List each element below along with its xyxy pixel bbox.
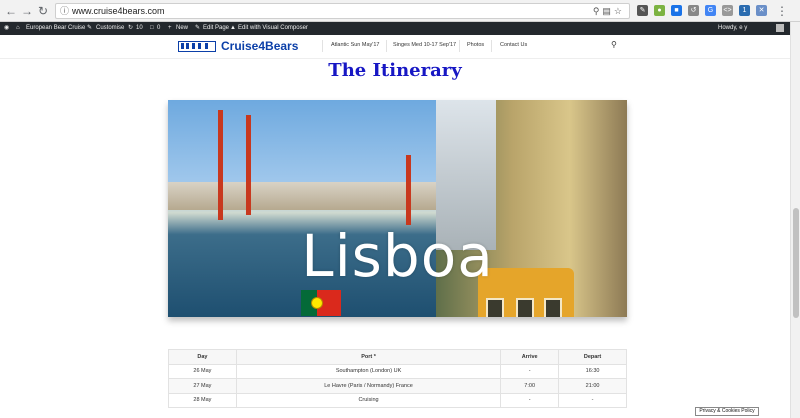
badge-extension-icon[interactable]: 1: [739, 5, 750, 16]
adminbar-new-link[interactable]: New: [176, 22, 188, 35]
updates-icon[interactable]: ↻: [128, 22, 133, 35]
adminbar-howdy[interactable]: Howdy, e y: [718, 22, 747, 35]
menu-item-contact[interactable]: Contact Us: [500, 42, 527, 48]
search-icon[interactable]: ⚲: [611, 40, 617, 49]
adminbar-site-link[interactable]: European Bear Cruise: [26, 22, 85, 35]
menu-divider: [322, 40, 323, 52]
cell-arrive: -: [500, 392, 560, 408]
page-scrollbar[interactable]: [790, 22, 800, 418]
code-icon[interactable]: <>: [722, 5, 733, 16]
home-icon: ⌂: [16, 25, 20, 31]
menu-icon[interactable]: ⋮: [775, 4, 789, 18]
pencil-icon: ✎: [195, 25, 201, 31]
visual-composer-icon: ▲: [230, 25, 236, 31]
browser-toolbar: ← → ↻ ⓘ www.cruise4bears.com ⚲▤☆ ✎ ● ■ ↺…: [0, 0, 800, 22]
header-port: Port *: [235, 349, 502, 365]
hero-title: Lisboa: [301, 222, 494, 290]
cell-day: 26 May: [168, 363, 237, 379]
cookie-policy-button[interactable]: Privacy & Cookies Policy: [695, 407, 759, 416]
city-skyline: [168, 182, 436, 210]
header-day: Day: [168, 349, 237, 365]
back-icon[interactable]: ←: [4, 4, 18, 18]
header-arrive: Arrive: [500, 349, 560, 365]
url-text: www.cruise4bears.com: [72, 6, 165, 16]
header-depart: Depart: [558, 349, 627, 365]
bridge-tower: [218, 110, 223, 220]
menu-divider: [386, 40, 387, 52]
cell-arrive: 7:00: [500, 378, 560, 394]
address-bar[interactable]: ⓘ www.cruise4bears.com ⚲▤☆: [55, 3, 630, 19]
cell-day: 28 May: [168, 392, 237, 408]
site-logo-text[interactable]: Cruise4Bears: [221, 39, 298, 53]
brush-icon: ✎: [87, 25, 93, 31]
menu-item-atlantic[interactable]: Atlantic Sun May'17: [331, 42, 379, 48]
portugal-flag-icon: [301, 290, 341, 316]
bridge-tower: [246, 115, 251, 215]
adminbar-edit-visual-link[interactable]: Edit with Visual Composer: [238, 22, 308, 35]
cell-depart: 16:30: [558, 363, 627, 379]
comment-icon[interactable]: □: [150, 22, 154, 35]
adminbar-edit-page-link[interactable]: Edit Page: [203, 22, 229, 35]
menu-divider: [491, 40, 492, 52]
cell-port: Le Havre (Paris / Normandy) France: [235, 378, 502, 394]
adminbar-customise-link[interactable]: Customise: [96, 22, 124, 35]
itinerary-table: Day Port * Arrive Depart 26 May Southamp…: [168, 349, 627, 408]
menu-divider: [459, 40, 460, 52]
android-icon[interactable]: ●: [654, 5, 665, 16]
bridge-tower: [406, 155, 411, 225]
logo-icon[interactable]: [178, 41, 216, 52]
extension-icon[interactable]: ■: [671, 5, 682, 16]
table-row: 27 May Le Havre (Paris / Normandy) Franc…: [168, 378, 627, 394]
cell-arrive: -: [500, 363, 560, 379]
omnibox-icons[interactable]: ⚲▤☆: [593, 4, 625, 18]
menu-item-photos[interactable]: Photos: [467, 42, 484, 48]
cell-day: 27 May: [168, 378, 237, 394]
wp-admin-bar: ◉ ⌂ European Bear Cruise ✎ Customise ↻ 1…: [0, 22, 790, 35]
wordpress-icon[interactable]: ◉: [4, 22, 9, 35]
scrollbar-thumb[interactable]: [793, 208, 799, 318]
cell-depart: -: [558, 392, 627, 408]
eyedropper-icon[interactable]: ✎: [637, 5, 648, 16]
ext-badge: 1: [742, 7, 747, 14]
page-title: The Itinerary: [328, 60, 462, 81]
adminbar-comments-count[interactable]: 0: [157, 22, 160, 35]
reload-icon[interactable]: ↻: [36, 4, 50, 18]
site-header: Cruise4Bears Atlantic Sun May'17 Singes …: [0, 35, 790, 59]
adminbar-updates-count[interactable]: 10: [136, 22, 143, 35]
sync-icon[interactable]: ↺: [688, 5, 699, 16]
cell-port: Cruising: [235, 392, 502, 408]
menu-item-singes-med[interactable]: Singes Med 10-17 Sep'17: [393, 42, 456, 48]
cell-depart: 21:00: [558, 378, 627, 394]
table-row: 28 May Cruising - -: [168, 392, 627, 408]
plus-icon[interactable]: +: [168, 22, 172, 35]
tools-icon[interactable]: ✕: [756, 5, 767, 16]
table-row: 26 May Southampton (London) UK - 16:30: [168, 363, 627, 379]
forward-icon[interactable]: →: [20, 4, 34, 18]
translate-icon[interactable]: G: [705, 5, 716, 16]
avatar[interactable]: [776, 24, 784, 32]
table-header-row: Day Port * Arrive Depart: [168, 349, 627, 365]
hero-image: Lisboa: [168, 100, 627, 317]
info-icon[interactable]: ⓘ: [60, 4, 69, 18]
cell-port: Southampton (London) UK: [235, 363, 502, 379]
